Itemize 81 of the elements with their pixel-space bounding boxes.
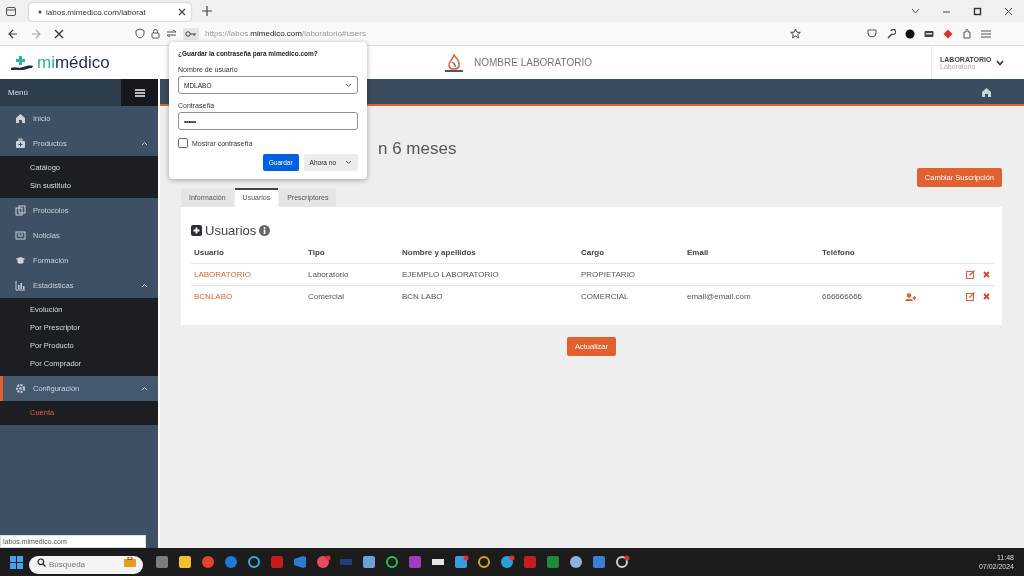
key-icon — [183, 27, 199, 40]
gear-icon — [15, 383, 26, 394]
info-icon[interactable] — [259, 225, 271, 236]
delete-icon[interactable] — [983, 293, 990, 300]
app-icon[interactable] — [385, 554, 400, 570]
menu-title: Menú — [7, 88, 29, 97]
tab-title: labos.mimedico.com/laborat — [46, 7, 147, 17]
puzzle-icon[interactable] — [962, 28, 972, 39]
home-icon[interactable] — [981, 86, 992, 97]
chevron-up-icon — [141, 386, 148, 391]
app-icon[interactable] — [569, 554, 584, 570]
column-header: Email — [686, 248, 710, 257]
search-icon — [37, 558, 46, 567]
tab-list-icon[interactable] — [5, 5, 17, 17]
chevron-up-icon — [141, 141, 148, 146]
close-icon[interactable] — [178, 8, 186, 16]
back-icon[interactable] — [8, 28, 18, 39]
shield-icon — [135, 28, 145, 39]
delete-icon[interactable] — [983, 271, 990, 278]
app-icon[interactable] — [247, 554, 262, 570]
copy-icon — [15, 205, 26, 216]
chevron-down-icon — [345, 160, 352, 165]
bar-chart-icon — [15, 280, 26, 291]
chevron-up-icon — [141, 283, 148, 288]
page-heading: n 6 meses — [378, 139, 457, 159]
app-icon[interactable] — [615, 554, 630, 570]
menu-icon — [134, 88, 145, 97]
close-icon[interactable] — [1004, 6, 1013, 16]
swap-icon — [166, 29, 177, 38]
hand-cross-icon — [10, 54, 34, 71]
edit-icon[interactable] — [966, 270, 975, 279]
url-text: https://labos.mimedico.com/laboratorio#users — [205, 29, 366, 38]
table-cell-text: PROPIETARIO — [580, 270, 637, 279]
dot-icon — [38, 10, 42, 14]
star-icon[interactable] — [790, 28, 801, 39]
column-header: Usuario — [193, 248, 225, 257]
app-icon[interactable] — [500, 554, 515, 570]
panel-title: Usuarios — [205, 223, 257, 238]
chevron-down-icon — [345, 82, 352, 88]
table-cell-text: 666666666 — [821, 292, 864, 301]
new-tab-icon[interactable] — [202, 6, 212, 16]
logo-text: mimédico — [37, 52, 110, 73]
user-plus-icon[interactable] — [905, 292, 916, 301]
newspaper-icon — [15, 230, 26, 241]
add-icon[interactable] — [191, 225, 202, 236]
app-icon[interactable] — [178, 554, 193, 570]
flame-logo-icon — [443, 52, 465, 73]
table-cell-text: email@email.com — [686, 292, 752, 301]
column-header: Cargo — [580, 248, 606, 257]
lab-name: NOMBRE LABORATORIO — [474, 57, 592, 68]
windows-start-icon[interactable] — [10, 555, 23, 569]
table-cell-text: Comercial — [307, 292, 345, 301]
search-field[interactable]: Búsqueda — [29, 555, 143, 574]
app-icon[interactable] — [477, 554, 492, 570]
app-icon[interactable] — [362, 554, 377, 570]
browser-tab[interactable]: labos.mimedico.com/laborat — [29, 3, 191, 21]
graduation-cap-icon — [15, 255, 26, 266]
pocket-icon[interactable] — [867, 29, 877, 38]
briefcase-icon — [124, 557, 136, 567]
extension-icon[interactable] — [924, 29, 934, 38]
checkbox[interactable] — [178, 138, 188, 148]
extension-icon[interactable] — [905, 28, 915, 39]
column-header: Teléfono — [821, 248, 856, 257]
table-cell-text: Laboratorio — [307, 270, 350, 279]
table-cell-text: BCN LABO — [401, 292, 444, 301]
column-header: Nombre y apellidos — [401, 248, 477, 257]
home-icon — [15, 113, 26, 124]
table-cell-text: COMERCIAL — [580, 292, 630, 301]
lock-icon — [151, 28, 160, 39]
column-header: Tipo — [307, 248, 326, 257]
restore-icon[interactable] — [973, 6, 982, 16]
app-icon[interactable] — [454, 554, 469, 570]
menu-toggle-button[interactable] — [121, 79, 158, 106]
table-cell-text: EJEMPLO LABORATORIO — [401, 270, 500, 279]
stop-icon[interactable] — [54, 28, 64, 39]
chevron-down-icon — [996, 59, 1005, 66]
medkit-icon — [15, 138, 26, 149]
edit-icon[interactable] — [966, 292, 975, 301]
user-link[interactable]: BCNLABO — [191, 292, 305, 301]
user-link[interactable]: LABORATORIO — [191, 270, 305, 279]
chevron-down-icon[interactable] — [911, 8, 920, 14]
